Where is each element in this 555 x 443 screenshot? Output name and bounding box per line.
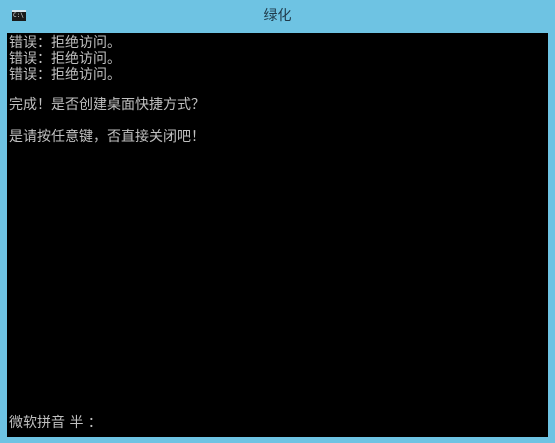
window-bottom-border: [0, 437, 555, 443]
console-line-error-2: 错误：拒绝访问。: [9, 51, 121, 67]
console-line-error-1: 错误：拒绝访问。: [9, 35, 121, 51]
console-line-complete: 完成！是否创建桌面快捷方式？: [9, 97, 205, 113]
console-window: C:\ 绿化 错误：拒绝访问。 错误：拒绝访问。 错误：拒绝访问。 完成！是否创…: [0, 0, 555, 443]
console-line-error-3: 错误：拒绝访问。: [9, 67, 121, 83]
title-bar[interactable]: C:\ 绿化: [0, 0, 555, 33]
console-line-prompt: 是请按任意键，否直接关闭吧！: [9, 129, 205, 145]
console-output[interactable]: 错误：拒绝访问。 错误：拒绝访问。 错误：拒绝访问。 完成！是否创建桌面快捷方式…: [7, 33, 548, 437]
ime-status-bar: 微软拼音 半 ：: [9, 415, 102, 431]
window-title: 绿化: [263, 8, 292, 24]
